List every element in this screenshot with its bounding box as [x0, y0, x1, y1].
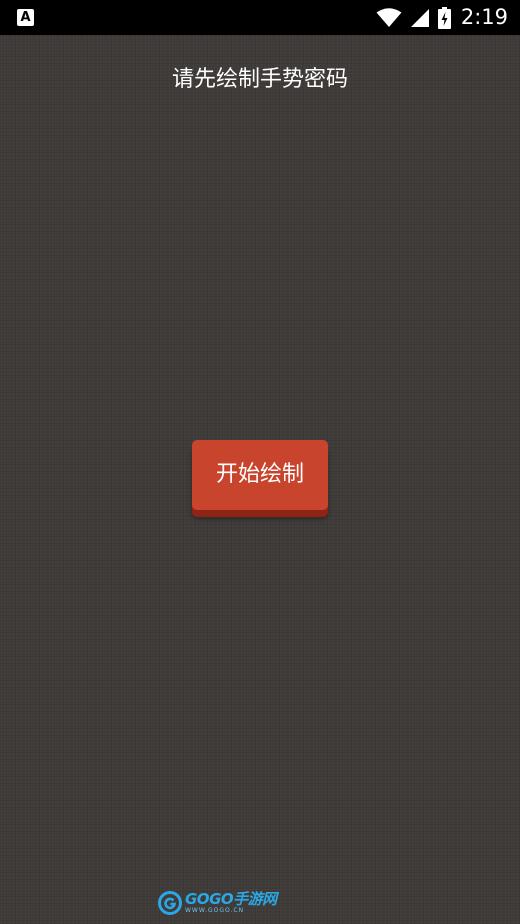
app-screen: A 2:19 请先绘制手势密码 开始绘制 GOGO手游网 WWW.GOGO.CN — [0, 0, 520, 924]
battery-charging-icon — [437, 6, 451, 29]
start-drawing-button[interactable]: 开始绘制 — [192, 440, 328, 510]
status-bar: A 2:19 — [0, 0, 520, 35]
status-icons: 2:19 — [376, 0, 508, 35]
gesture-prompt-text: 请先绘制手势密码 — [171, 67, 348, 92]
watermark-text: GOGO手游网 WWW.GOGO.CN — [185, 892, 277, 914]
notification-a-icon: A — [17, 9, 34, 26]
cell-signal-icon — [410, 8, 429, 27]
wifi-icon — [376, 7, 402, 27]
status-time: 2:19 — [460, 5, 508, 29]
watermark-brand: GOGO手游网 — [185, 890, 277, 908]
watermark-url: WWW.GOGO.CN — [185, 907, 245, 914]
gogo-logo-icon — [158, 891, 182, 915]
watermark: GOGO手游网 WWW.GOGO.CN — [158, 889, 277, 917]
